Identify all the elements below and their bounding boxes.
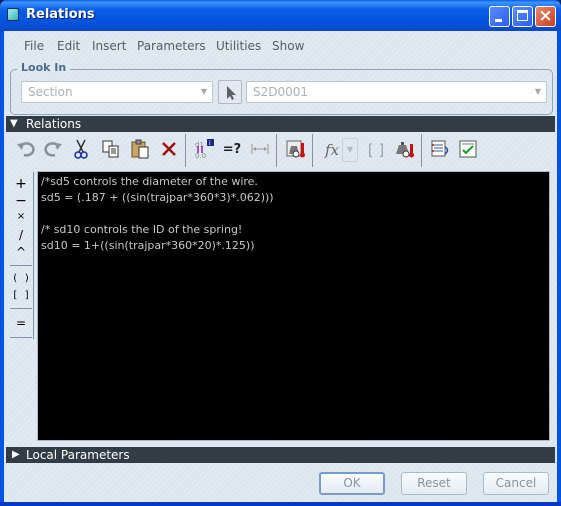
cancel-button[interactable]: Cancel bbox=[483, 472, 549, 495]
select-object-button[interactable] bbox=[218, 80, 242, 104]
menu-bar: File Edit Insert Parameters Utilities Sh… bbox=[4, 31, 557, 59]
weight-thermometer-icon bbox=[396, 142, 414, 158]
menu-parameters[interactable]: Parameters bbox=[137, 39, 206, 53]
ok-button[interactable]: OK bbox=[319, 472, 385, 495]
copy-icon bbox=[102, 140, 119, 158]
app-icon bbox=[7, 8, 19, 21]
relations-editor[interactable]: /*sd5 controls the diameter of the wire.… bbox=[37, 171, 550, 441]
window-title: Relations bbox=[26, 7, 95, 22]
delete-x-icon bbox=[162, 142, 176, 156]
operator-plus-button[interactable]: + bbox=[9, 176, 33, 192]
relations-window: Relations × File Edit Insert Parameters … bbox=[0, 0, 561, 506]
close-icon: × bbox=[538, 6, 553, 26]
weight-thermometer-icon bbox=[286, 140, 305, 158]
brackets-icon: [ ] bbox=[367, 141, 385, 159]
menu-show[interactable]: Show bbox=[272, 39, 304, 53]
chevron-down-icon: ▼ bbox=[200, 87, 207, 96]
execute-relations-button[interactable] bbox=[393, 138, 417, 162]
operator-equals-button[interactable]: = bbox=[9, 316, 33, 330]
sort-list-button[interactable] bbox=[428, 138, 452, 162]
function-dropdown[interactable]: ▼ bbox=[342, 138, 358, 162]
operators-panel: + − × / ^ ( ) [ ] = bbox=[9, 172, 34, 339]
menu-insert[interactable]: Insert bbox=[92, 39, 126, 53]
expand-triangle-down-icon: ▼ bbox=[10, 118, 18, 129]
look-in-label: Look In bbox=[17, 61, 71, 74]
copy-button[interactable] bbox=[99, 138, 123, 162]
operator-divide-button[interactable]: / bbox=[9, 228, 33, 242]
paste-icon bbox=[131, 139, 149, 159]
local-parameters-section-header[interactable]: ▶ Local Parameters bbox=[6, 447, 555, 463]
verify-button[interactable] bbox=[456, 138, 480, 162]
toolbar-separator bbox=[312, 134, 313, 167]
operator-power-button[interactable]: ^ bbox=[9, 245, 33, 259]
svg-text:0.0: 0.0 bbox=[195, 152, 206, 160]
evaluate-button[interactable]: =? bbox=[220, 138, 244, 162]
menu-file[interactable]: File bbox=[24, 39, 44, 53]
paste-button[interactable] bbox=[128, 138, 152, 162]
operator-brackets-button[interactable]: [ ] bbox=[9, 290, 33, 301]
look-in-group: Look In Section ▼ S2D0001 ▼ bbox=[10, 61, 553, 115]
relations-toolbar: d1 0.0 i =? fx ▼ [ ] bbox=[6, 134, 555, 167]
look-in-type-combo[interactable]: Section ▼ bbox=[21, 81, 213, 103]
redo-button[interactable] bbox=[41, 138, 65, 162]
cut-button[interactable] bbox=[69, 138, 93, 162]
toolbar-separator bbox=[185, 134, 186, 167]
window-frame-bottom bbox=[0, 502, 561, 506]
unit-sensitive-button[interactable] bbox=[284, 138, 308, 162]
cursor-arrow-icon bbox=[227, 86, 236, 100]
undo-button[interactable] bbox=[14, 138, 38, 162]
code-line: sd10 = 1+((sin(trajpar*360*20)*.125)) bbox=[41, 239, 255, 252]
title-bar[interactable]: Relations × bbox=[0, 0, 561, 31]
operator-separator bbox=[10, 265, 32, 266]
insert-parentheses-button[interactable]: [ ] bbox=[364, 138, 388, 162]
minimize-icon bbox=[495, 19, 502, 22]
operator-multiply-button[interactable]: × bbox=[9, 211, 33, 222]
relations-section-label: Relations bbox=[26, 117, 82, 131]
minimize-button[interactable] bbox=[489, 6, 510, 27]
undo-icon bbox=[17, 142, 35, 157]
local-parameters-label: Local Parameters bbox=[26, 448, 130, 462]
look-in-object-value: S2D0001 bbox=[253, 85, 309, 99]
maximize-button[interactable] bbox=[512, 6, 533, 27]
operator-separator bbox=[10, 337, 32, 338]
scissors-icon bbox=[74, 139, 88, 159]
maximize-icon bbox=[517, 10, 528, 21]
redo-icon bbox=[44, 142, 62, 157]
code-line: /* sd10 controls the ID of the spring! bbox=[41, 223, 243, 236]
operator-separator bbox=[10, 308, 32, 309]
menu-utilities[interactable]: Utilities bbox=[216, 39, 261, 53]
checklist-icon bbox=[459, 140, 477, 158]
sort-relations-icon: d10.0i bbox=[195, 139, 214, 160]
list-export-icon bbox=[431, 140, 449, 157]
look-in-type-value: Section bbox=[28, 85, 73, 99]
operator-parentheses-button[interactable]: ( ) bbox=[9, 273, 33, 284]
toolbar-separator bbox=[276, 134, 277, 167]
delete-button[interactable] bbox=[157, 138, 181, 162]
chevron-down-icon: ▼ bbox=[534, 87, 541, 96]
sort-relations-button[interactable]: d1 0.0 i bbox=[192, 138, 216, 162]
code-line: sd5 = (.187 + ((sin(trajpar*360*3)*.062)… bbox=[41, 191, 274, 204]
look-in-object-combo[interactable]: S2D0001 ▼ bbox=[246, 81, 547, 103]
reset-button[interactable]: Reset bbox=[401, 472, 467, 495]
expand-triangle-right-icon: ▶ bbox=[12, 449, 20, 460]
toolbar-separator bbox=[421, 134, 422, 167]
operator-minus-button[interactable]: − bbox=[9, 193, 33, 209]
dimension-arrow-icon bbox=[251, 144, 269, 154]
code-line: /*sd5 controls the diameter of the wire. bbox=[41, 175, 258, 188]
dialog-body: File Edit Insert Parameters Utilities Sh… bbox=[4, 31, 557, 502]
show-dimension-button[interactable] bbox=[248, 138, 272, 162]
close-button[interactable]: × bbox=[535, 6, 556, 27]
menu-edit[interactable]: Edit bbox=[57, 39, 80, 53]
relations-section-header[interactable]: ▼ Relations bbox=[6, 116, 555, 132]
insert-function-button[interactable]: fx bbox=[320, 138, 344, 162]
